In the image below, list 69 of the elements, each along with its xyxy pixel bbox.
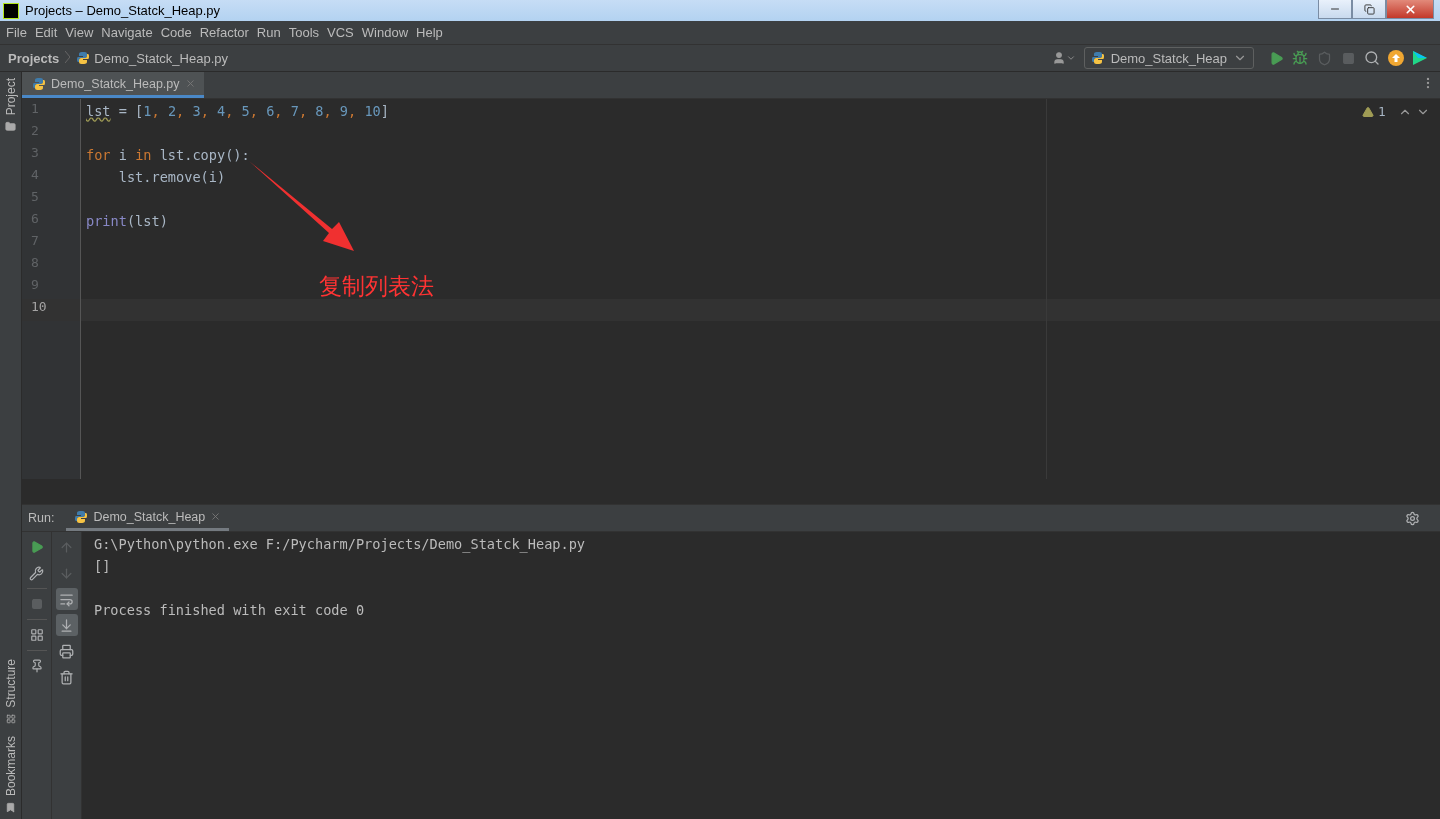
- play-icon: [29, 540, 44, 554]
- menu-item[interactable]: Window: [357, 25, 413, 40]
- down-arrow-icon: [59, 565, 74, 581]
- side-tab[interactable]: Structure: [0, 653, 21, 730]
- annotation-text: 复制列表法: [319, 272, 434, 301]
- bug-icon: [1292, 50, 1308, 66]
- folder-icon: [5, 121, 16, 133]
- menu-item[interactable]: File: [2, 25, 31, 40]
- menu-item[interactable]: Run: [252, 25, 285, 40]
- stop-icon: [1341, 51, 1355, 65]
- run-config-dropdown[interactable]: Demo_Statck_Heap: [1083, 47, 1254, 69]
- pin-icon: [29, 659, 44, 673]
- close-icon: [210, 511, 222, 522]
- python-file-icon: [76, 51, 91, 65]
- triangle-logo-icon: [1412, 50, 1428, 66]
- up-arrow-circle-icon: [1388, 50, 1404, 66]
- menu-item[interactable]: Edit: [30, 25, 62, 40]
- restore-icon: [1363, 3, 1375, 15]
- menu-item[interactable]: Code: [156, 25, 196, 40]
- warning-icon: [1362, 106, 1375, 118]
- printer-icon: [59, 643, 74, 659]
- arrow-to-line-icon: [59, 617, 74, 633]
- trash-icon: [59, 669, 74, 685]
- grid-icon: [29, 628, 44, 642]
- console-line: G:\Python\python.exe F:/Pycharm/Projects/Demo_Statck_Heap.py: [94, 536, 587, 555]
- window-title: Projects – Demo_Statck_Heap.py: [25, 2, 222, 20]
- project-tab[interactable]: Project: [0, 72, 21, 139]
- search-icon: [1364, 50, 1380, 66]
- code-line: lst = [1, 2, 3, 4, 5, 6, 7, 8, 9, 10]: [86, 103, 389, 121]
- code-line: for i in lst.copy():: [86, 147, 250, 165]
- settings-icon: [1404, 510, 1420, 526]
- breadcrumb[interactable]: Projects: [8, 50, 60, 66]
- minimize-button[interactable]: [1318, 0, 1352, 19]
- wrench-icon: [29, 565, 44, 581]
- menu-item[interactable]: Help: [412, 25, 447, 40]
- wrap-icon: [59, 591, 74, 607]
- bookmark-icon: [5, 802, 16, 813]
- chevron-right-icon: [65, 50, 71, 63]
- run-label: Run:: [28, 511, 55, 525]
- menu-item[interactable]: View: [61, 25, 98, 40]
- menu-item[interactable]: VCS: [323, 25, 358, 40]
- side-tab[interactable]: Bookmarks: [0, 729, 21, 819]
- menu-item[interactable]: Refactor: [195, 25, 253, 40]
- python-file-icon: [32, 76, 46, 91]
- restore-button[interactable]: [1352, 0, 1386, 19]
- code-line: lst.remove(i): [117, 169, 226, 187]
- scroll-to-end-button[interactable]: [55, 614, 78, 636]
- python-file-icon: [74, 509, 89, 524]
- stop-icon: [30, 598, 43, 610]
- shield-icon: [1316, 50, 1332, 66]
- menu-item[interactable]: Navigate: [97, 25, 157, 40]
- grid-icon: [5, 713, 16, 724]
- play-icon: [1268, 50, 1284, 66]
- editor-tab[interactable]: Demo_Statck_Heap.py: [22, 72, 204, 98]
- console-line: []: [94, 558, 112, 576]
- caret-icon: [1065, 53, 1076, 63]
- close-icon: [1403, 2, 1417, 16]
- warning-count[interactable]: 1: [1378, 105, 1386, 119]
- menu-item[interactable]: Tools: [284, 25, 324, 40]
- code-line: print(lst): [86, 213, 168, 231]
- app-logo-icon: [3, 3, 19, 19]
- console-line: Process finished with exit code 0: [94, 602, 366, 620]
- user-icon: [1051, 51, 1066, 65]
- python-file-icon: [1090, 51, 1105, 65]
- soft-wrap-button[interactable]: [55, 588, 78, 610]
- up-arrow-icon: [59, 539, 74, 555]
- close-button[interactable]: [1386, 0, 1434, 19]
- breadcrumb[interactable]: Demo_Statck_Heap.py: [94, 50, 228, 66]
- close-icon: [184, 78, 196, 89]
